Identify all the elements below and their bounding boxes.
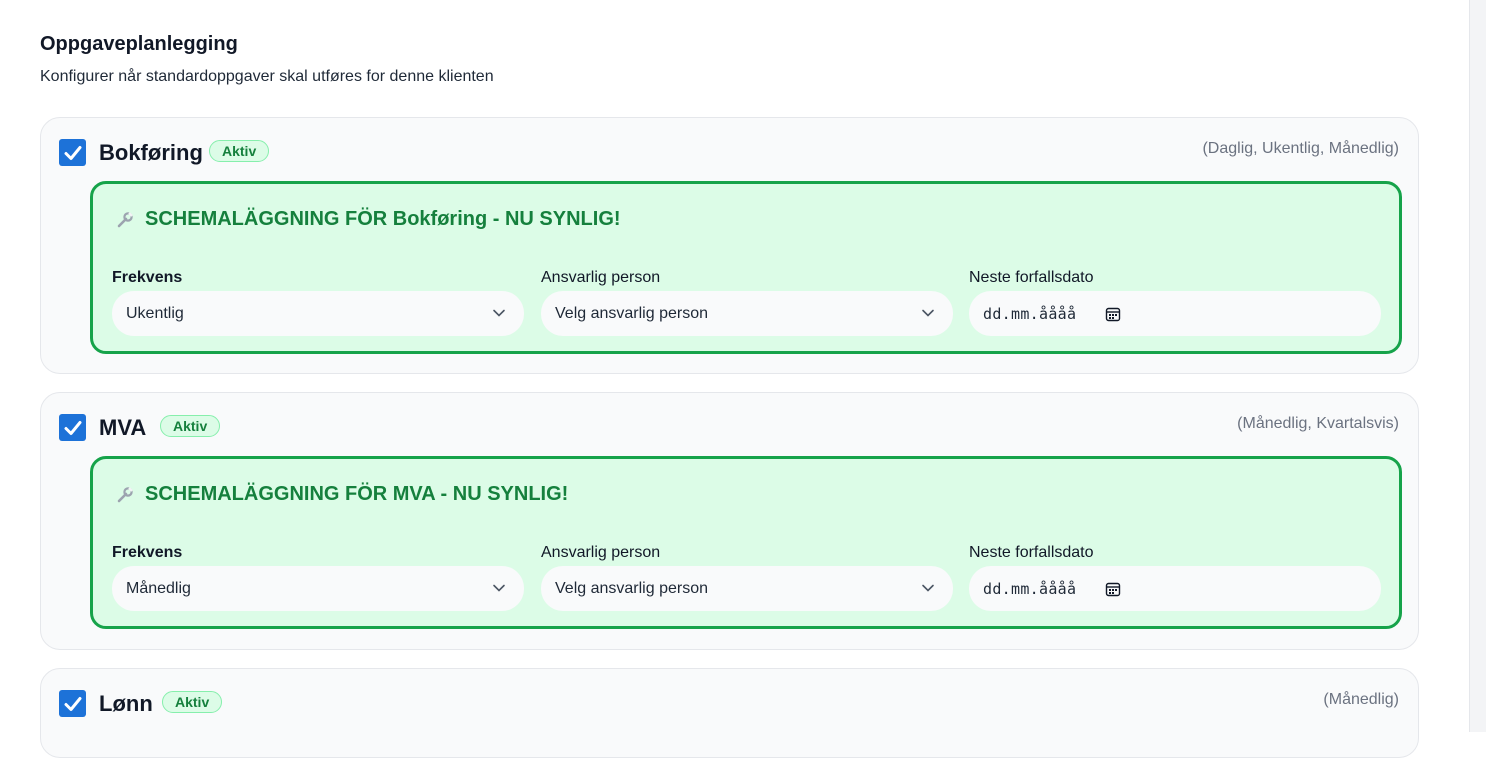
due-date-placeholder: dd.mm.åååå — [983, 579, 1077, 598]
frequency-value: Ukentlig — [126, 304, 184, 322]
due-date-label: Neste forfallsdato — [969, 269, 1094, 286]
due-date-label: Neste forfallsdato — [969, 544, 1094, 561]
owner-label: Ansvarlig person — [541, 269, 661, 286]
section-subtitle: Konfigurer når standardoppgaver skal utf… — [40, 68, 494, 85]
status-badge: Aktiv — [160, 415, 221, 437]
check-icon — [64, 420, 81, 435]
owner-select[interactable]: Velg ansvarlig person — [541, 291, 953, 336]
frequency-select[interactable]: Ukentlig — [112, 291, 524, 336]
frequency-options-hint: (Daglig, Ukentlig, Månedlig) — [1202, 140, 1399, 157]
due-date-field: Neste forfallsdato dd.mm.åååå — [969, 267, 1381, 336]
task-card-header: MVA Aktiv (Månedlig, Kvartalsvis) — [59, 413, 1399, 443]
chevron-down-icon — [922, 584, 934, 592]
owner-select[interactable]: Velg ansvarlig person — [541, 566, 953, 611]
calendar-icon[interactable] — [1105, 581, 1121, 597]
task-card-header: Bokføring Aktiv (Daglig, Ukentlig, Måned… — [59, 138, 1399, 168]
frequency-field: Frekvens Ukentlig — [112, 267, 524, 336]
check-icon — [64, 145, 81, 160]
chevron-down-icon — [922, 309, 934, 317]
frequency-field: Frekvens Månedlig — [112, 542, 524, 611]
frequency-select[interactable]: Månedlig — [112, 566, 524, 611]
owner-label: Ansvarlig person — [541, 544, 661, 561]
schedule-banner: SCHEMALÄGGNING FÖR MVA - NU SYNLIG! — [115, 483, 568, 506]
section-title: Oppgaveplanlegging — [40, 33, 238, 55]
due-date-field: Neste forfallsdato dd.mm.åååå — [969, 542, 1381, 611]
due-date-input[interactable]: dd.mm.åååå — [969, 291, 1381, 336]
frequency-label: Frekvens — [112, 269, 183, 286]
wrench-icon — [117, 211, 133, 227]
schedule-banner-text: SCHEMALÄGGNING FÖR MVA - NU SYNLIG! — [145, 483, 569, 505]
task-card-header: Lønn Aktiv (Månedlig) — [59, 689, 1399, 719]
owner-value: Velg ansvarlig person — [555, 579, 708, 597]
task-name: MVA — [99, 415, 147, 440]
task-name: Bokføring — [99, 140, 203, 165]
frequency-label: Frekvens — [112, 544, 183, 561]
due-date-input[interactable]: dd.mm.åååå — [969, 566, 1381, 611]
task-card-mva: MVA Aktiv (Månedlig, Kvartalsvis) SCHEMA… — [40, 392, 1419, 650]
task-checkbox[interactable] — [59, 139, 86, 166]
task-checkbox[interactable] — [59, 414, 86, 441]
schedule-banner-text: SCHEMALÄGGNING FÖR Bokføring - NU SYNLIG… — [145, 208, 621, 230]
schedule-banner: SCHEMALÄGGNING FÖR Bokføring - NU SYNLIG… — [115, 208, 621, 231]
status-badge: Aktiv — [162, 691, 223, 713]
chevron-down-icon — [493, 309, 505, 317]
owner-value: Velg ansvarlig person — [555, 304, 708, 322]
frequency-value: Månedlig — [126, 579, 191, 597]
scrollbar-track[interactable] — [1469, 0, 1486, 732]
due-date-placeholder: dd.mm.åååå — [983, 304, 1077, 323]
owner-field: Ansvarlig person Velg ansvarlig person — [541, 542, 953, 611]
frequency-options-hint: (Månedlig) — [1323, 691, 1399, 708]
chevron-down-icon — [493, 584, 505, 592]
task-card-bokforing: Bokføring Aktiv (Daglig, Ukentlig, Måned… — [40, 117, 1419, 374]
task-checkbox[interactable] — [59, 690, 86, 717]
calendar-icon[interactable] — [1105, 306, 1121, 322]
frequency-options-hint: (Månedlig, Kvartalsvis) — [1237, 415, 1399, 432]
task-card-lonn: Lønn Aktiv (Månedlig) — [40, 668, 1419, 758]
wrench-icon — [117, 486, 133, 502]
status-badge: Aktiv — [209, 140, 270, 162]
task-name: Lønn — [99, 691, 153, 716]
check-icon — [64, 696, 81, 711]
owner-field: Ansvarlig person Velg ansvarlig person — [541, 267, 953, 336]
schedule-panel: SCHEMALÄGGNING FÖR Bokføring - NU SYNLIG… — [90, 181, 1402, 354]
schedule-panel: SCHEMALÄGGNING FÖR MVA - NU SYNLIG! Frek… — [90, 456, 1402, 629]
